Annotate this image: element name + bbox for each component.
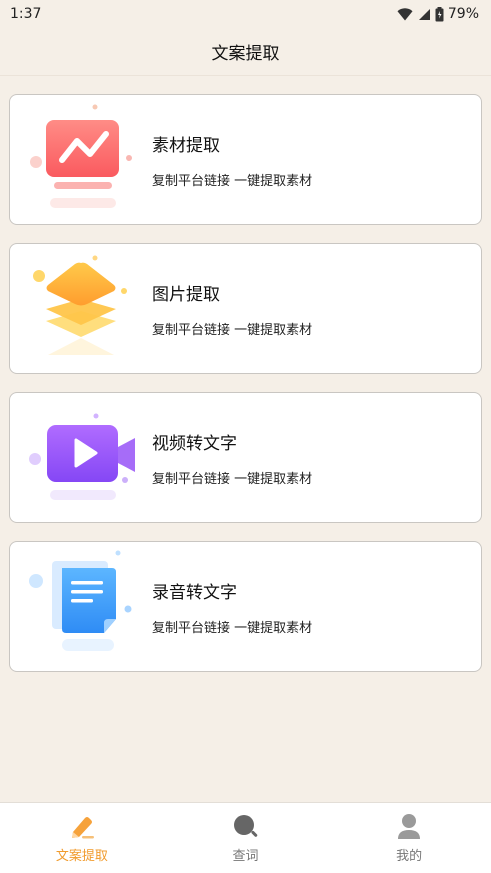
tab-label: 文案提取 [55,849,108,864]
pencil-icon [67,813,97,841]
wifi-icon [397,7,413,21]
tab-mine[interactable]: 我的 [327,803,491,873]
battery-icon [435,6,444,22]
card-desc: 复制平台链接 一键提取素材 [152,620,313,636]
tab-copy-extract[interactable]: 文案提取 [0,803,164,873]
status-indicators: 79% [397,6,479,22]
search-icon [231,813,261,841]
signal-icon [417,8,431,21]
card-title: 图片提取 [152,284,220,305]
card-desc: 复制平台链接 一键提取素材 [152,322,313,338]
tab-lookup[interactable]: 查词 [164,803,328,873]
layers-icon [10,243,152,374]
feature-list: 素材提取 复制平台链接 一键提取素材 图片提取 复制平台链接 一键提取素材 视频… [0,76,491,672]
card-video-to-text[interactable]: 视频转文字 复制平台链接 一键提取素材 [9,392,482,523]
card-desc: 复制平台链接 一键提取素材 [152,471,313,487]
card-material-extract[interactable]: 素材提取 复制平台链接 一键提取素材 [9,94,482,225]
document-icon [10,541,152,672]
card-title: 录音转文字 [152,582,237,603]
card-desc: 复制平台链接 一键提取素材 [152,173,313,189]
page-title: 文案提取 [211,44,280,64]
chart-monitor-icon [10,94,152,225]
card-audio-to-text[interactable]: 录音转文字 复制平台链接 一键提取素材 [9,541,482,672]
user-icon [394,813,424,841]
tab-label: 查词 [232,849,259,864]
card-title: 视频转文字 [152,433,237,454]
status-time: 1:37 [10,6,42,22]
card-title: 素材提取 [152,135,220,156]
header: 文案提取 [0,28,491,76]
battery-percent: 79% [447,6,479,22]
card-image-extract[interactable]: 图片提取 复制平台链接 一键提取素材 [9,243,482,374]
video-camera-icon [10,392,152,523]
tab-label: 我的 [396,849,423,864]
bottom-nav: 文案提取 查词 我的 [0,802,491,873]
status-bar: 1:37 79% [0,0,491,28]
